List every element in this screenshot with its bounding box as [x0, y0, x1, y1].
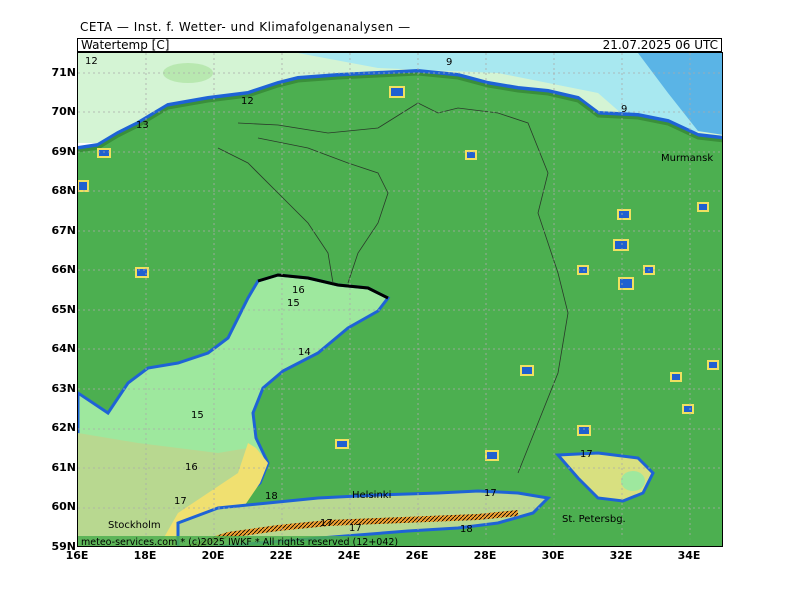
lat-label: 63N	[51, 382, 76, 395]
isotherm-label: 18	[460, 524, 473, 535]
isotherm-label: 14	[298, 347, 311, 358]
isotherm-label: 16	[292, 285, 305, 296]
lake	[577, 425, 591, 436]
lat-label: 64N	[51, 342, 76, 355]
lake	[78, 180, 89, 192]
lake	[97, 148, 111, 158]
copyright-notice: meteo-services.com * (c)2025 IWKF * All …	[81, 537, 398, 547]
lake	[389, 86, 405, 98]
lake	[697, 202, 709, 212]
lake	[617, 209, 631, 220]
lat-label: 61N	[51, 461, 76, 474]
lon-label: 28E	[473, 549, 497, 562]
lake	[520, 365, 534, 376]
lat-label: 67N	[51, 224, 76, 237]
water-temperature-map: 12 9 12 13 9 16 15 14 15 16 17 18 17 17 …	[78, 53, 722, 547]
lon-label: 16E	[65, 549, 89, 562]
lon-label: 24E	[337, 549, 361, 562]
place-murmansk: Murmansk	[661, 153, 713, 164]
ladoga-cool-patch	[621, 471, 645, 491]
isotherm-label: 17	[580, 449, 593, 460]
lon-label: 30E	[541, 549, 565, 562]
lake	[485, 450, 499, 461]
isotherm-label: 15	[191, 410, 204, 421]
isotherm-label: 12	[85, 56, 98, 67]
lat-label: 68N	[51, 184, 76, 197]
lat-label: 69N	[51, 145, 76, 158]
title-bar: Watertemp [C] 21.07.2025 06 UTC	[77, 38, 722, 52]
lake	[613, 239, 629, 251]
lon-label: 26E	[405, 549, 429, 562]
lon-label: 20E	[201, 549, 225, 562]
isotherm-label: 17	[174, 496, 187, 507]
lake	[618, 277, 634, 290]
lat-label: 62N	[51, 421, 76, 434]
lat-label: 66N	[51, 263, 76, 276]
isotherm-label: 17	[320, 518, 333, 529]
lake	[682, 404, 694, 414]
isotherm-label: 17	[484, 488, 497, 499]
isotherm-label: 9	[621, 104, 627, 115]
lake	[335, 439, 349, 449]
lat-label: 65N	[51, 303, 76, 316]
lon-label: 32E	[609, 549, 633, 562]
parameter-label: Watertemp [C]	[81, 38, 170, 52]
lon-label: 34E	[677, 549, 701, 562]
isotherm-label: 16	[185, 462, 198, 473]
lat-label: 70N	[51, 105, 76, 118]
lake	[707, 360, 719, 370]
valid-time: 21.07.2025 06 UTC	[602, 38, 718, 52]
lake	[670, 372, 682, 382]
isotherm-label: 15	[287, 298, 300, 309]
lon-label: 22E	[269, 549, 293, 562]
lat-label: 71N	[51, 66, 76, 79]
lon-label: 18E	[133, 549, 157, 562]
isotherm-label: 18	[265, 491, 278, 502]
isotherm-label: 13	[136, 120, 149, 131]
lat-label: 60N	[51, 500, 76, 513]
isotherm-label: 9	[446, 57, 452, 68]
place-helsinki: Helsinki	[352, 490, 391, 501]
place-stockholm: Stockholm	[108, 520, 161, 531]
agency-title: CETA — Inst. f. Wetter- und Klimafolgena…	[80, 20, 411, 34]
isotherm-label: 12	[241, 96, 254, 107]
isotherm-label: 17	[349, 523, 362, 534]
map-panel: 12 9 12 13 9 16 15 14 15 16 17 18 17 17 …	[77, 52, 723, 547]
place-st-petersburg: St. Petersbg.	[562, 514, 626, 525]
